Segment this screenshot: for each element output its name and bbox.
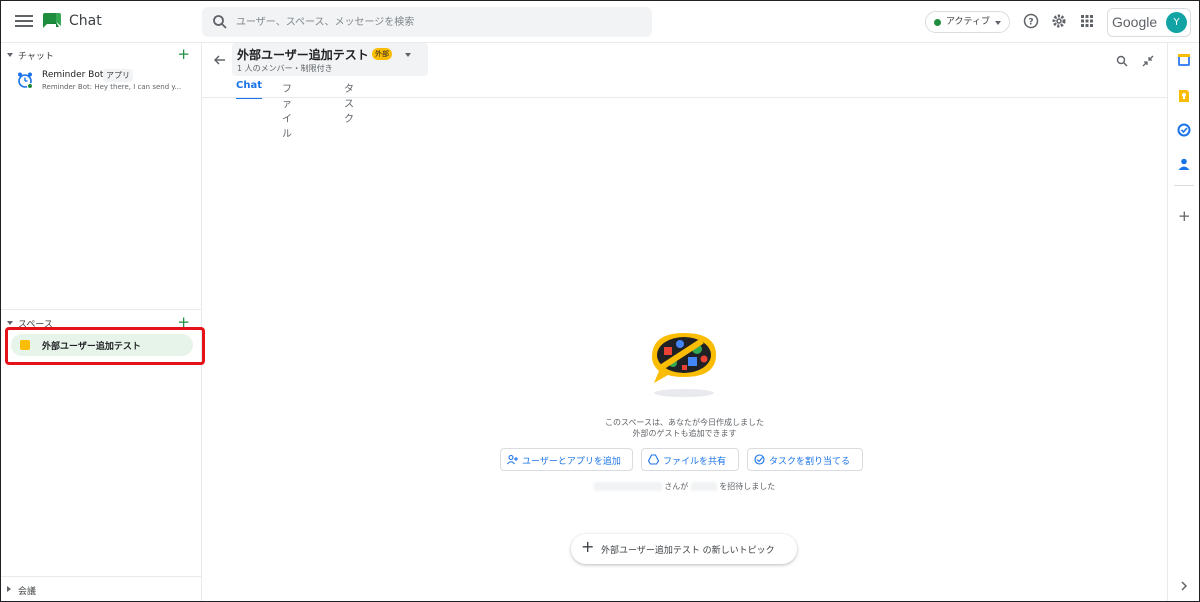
- chevron-right-icon[interactable]: [1177, 579, 1191, 593]
- empty-state-line1: このスペースは、あなたが今日作成しました: [604, 418, 765, 427]
- help-icon[interactable]: ?: [1023, 13, 1039, 29]
- rail-divider: [1174, 185, 1194, 186]
- new-space-plus-icon[interactable]: +: [177, 313, 190, 331]
- google-wordmark: Google: [1112, 14, 1158, 30]
- meetings-section-header[interactable]: 会議: [7, 584, 192, 600]
- room-subtitle: 1 人のメンバー・制限付き: [237, 64, 333, 73]
- chat-logo-icon: [43, 13, 61, 28]
- app-title: Chat: [69, 13, 102, 29]
- collapse-triangle-icon[interactable]: [7, 53, 13, 57]
- sidebar-item-space[interactable]: 外部ユーザー追加テスト: [11, 334, 193, 356]
- plus-icon: +: [581, 537, 595, 556]
- apps-grid-icon[interactable]: [1079, 13, 1095, 29]
- section-divider: [1, 309, 201, 310]
- room-title: 外部ユーザー追加テスト: [237, 48, 369, 62]
- add-people-apps-label: ユーザーとアプリを追加: [522, 457, 621, 467]
- chevron-down-icon[interactable]: [405, 53, 411, 57]
- svg-text:?: ?: [1028, 18, 1033, 28]
- new-topic-label: 外部ユーザー追加テスト の新しいトピック: [601, 546, 775, 556]
- add-person-icon: [507, 454, 518, 465]
- get-add-ons-plus-icon[interactable]: +: [1178, 207, 1191, 225]
- expand-triangle-icon[interactable]: [7, 586, 11, 592]
- meetings-section-label: 会議: [18, 587, 37, 597]
- active-status-dot: [934, 19, 941, 26]
- invite-text-part2: を招待しました: [719, 482, 776, 491]
- empty-state-line2: 外部のゲストも追加できます: [632, 429, 737, 438]
- external-badge: 外部: [372, 48, 392, 60]
- new-chat-plus-icon[interactable]: +: [177, 45, 190, 63]
- back-arrow-icon[interactable]: [214, 54, 226, 66]
- add-people-apps-button[interactable]: ユーザーとアプリを追加: [500, 448, 633, 471]
- contacts-icon[interactable]: [1177, 157, 1191, 171]
- share-file-button[interactable]: ファイルを共有: [641, 448, 739, 471]
- dm-preview: Reminder Bot: Hey there, I can send y...: [42, 83, 182, 91]
- chat-section-header[interactable]: チャット +: [7, 45, 192, 65]
- online-dot: [27, 83, 33, 89]
- room-header[interactable]: 外部ユーザー追加テスト 外部 1 人のメンバー・制限付き: [232, 43, 428, 76]
- spaces-section-header[interactable]: スペース +: [7, 313, 192, 333]
- drive-icon: [648, 454, 659, 465]
- redacted-name: [593, 482, 662, 491]
- assign-task-button[interactable]: タスクを割り当てる: [747, 448, 863, 471]
- spaces-section-label: スペース: [18, 320, 53, 330]
- tabs-divider: [202, 97, 1167, 98]
- space-icon: [20, 340, 30, 350]
- space-name: 外部ユーザー追加テスト: [42, 342, 141, 352]
- minimize-icon[interactable]: [1142, 55, 1154, 67]
- share-file-label: ファイルを共有: [663, 457, 727, 467]
- search-input[interactable]: [236, 7, 636, 37]
- collapse-triangle-icon[interactable]: [7, 321, 13, 325]
- sidebar-item-reminder-bot[interactable]: Reminder Bot アプリ Reminder Bot: Hey there…: [11, 67, 197, 97]
- chat-section-label: チャット: [18, 52, 54, 62]
- app-badge: アプリ: [103, 69, 133, 82]
- sidebar: チャット + Reminder Bot アプリ Reminder Bot: He…: [1, 43, 205, 601]
- status-dropdown[interactable]: アクティブ: [925, 11, 1010, 33]
- new-topic-button[interactable]: + 外部ユーザー追加テスト の新しいトピック: [571, 534, 797, 564]
- invite-notice: さんが を招待しました: [202, 481, 1167, 492]
- keep-icon[interactable]: [1177, 89, 1191, 103]
- invite-text-part1: さんが: [664, 482, 689, 491]
- section-divider: [1, 576, 201, 577]
- search-icon[interactable]: [1116, 55, 1128, 67]
- main-menu-icon[interactable]: [15, 13, 33, 29]
- side-panel-rail: +: [1167, 43, 1199, 601]
- chevron-down-icon: [995, 21, 1001, 25]
- settings-gear-icon[interactable]: [1051, 13, 1067, 29]
- calendar-icon[interactable]: [1177, 53, 1191, 67]
- assign-task-label: タスクを割り当てる: [769, 457, 851, 467]
- top-bar: Chat アクティブ ?: [1, 1, 1199, 43]
- app-window: Chat アクティブ ?: [0, 0, 1200, 602]
- redacted-name: [690, 482, 717, 491]
- status-label: アクティブ: [946, 17, 991, 27]
- tasks-icon[interactable]: [1177, 123, 1191, 137]
- empty-space-illustration: [652, 333, 716, 397]
- main-pane: 外部ユーザー追加テスト 外部 1 人のメンバー・制限付き Chat ファイル タ…: [202, 43, 1167, 601]
- task-icon: [754, 454, 765, 465]
- dm-name: Reminder Bot: [42, 70, 104, 80]
- search-bar[interactable]: [202, 7, 652, 37]
- account-switcher[interactable]: Google Y: [1107, 8, 1191, 37]
- avatar[interactable]: Y: [1166, 12, 1187, 33]
- search-icon[interactable]: [212, 14, 228, 30]
